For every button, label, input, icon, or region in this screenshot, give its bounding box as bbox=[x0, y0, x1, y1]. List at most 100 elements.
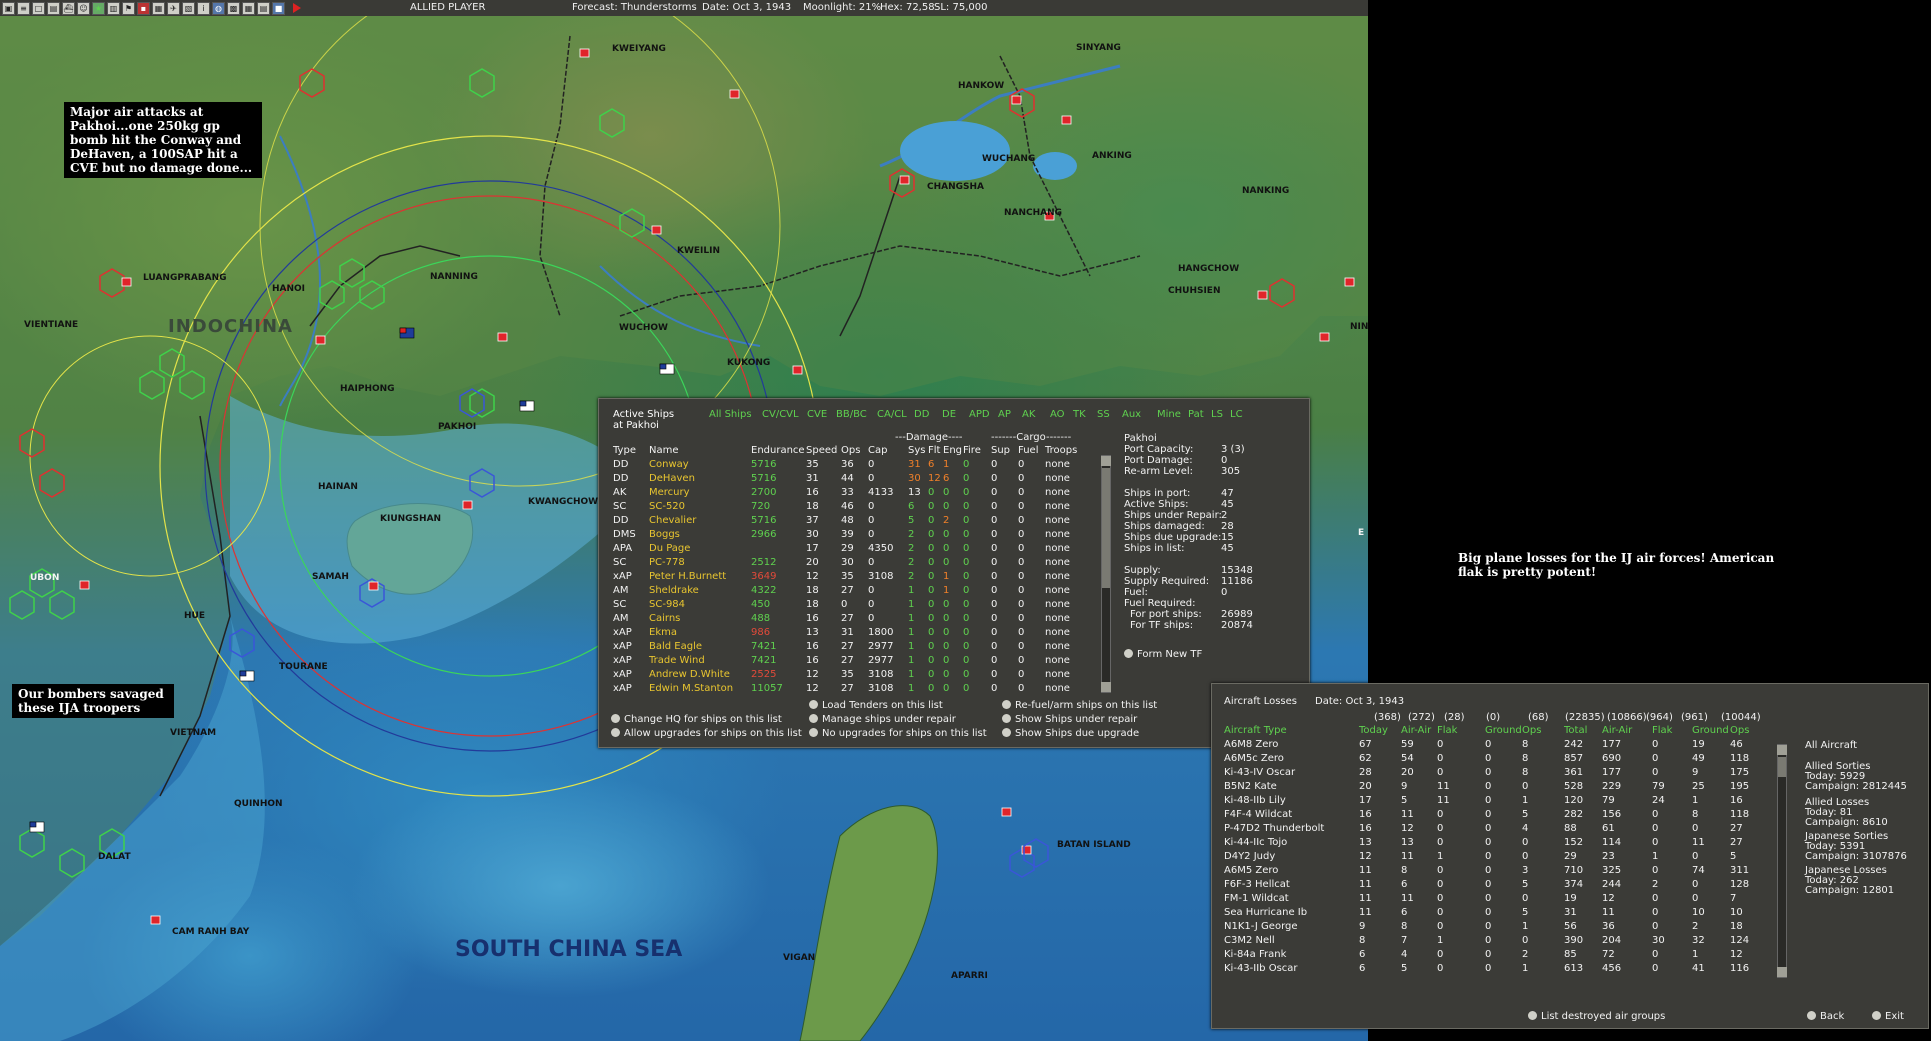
exit-button[interactable]: Exit bbox=[1872, 1011, 1904, 1022]
map-icon[interactable]: ▩ bbox=[227, 1, 240, 15]
col-sys[interactable]: Sys bbox=[908, 443, 928, 457]
col-today[interactable]: Today bbox=[1359, 723, 1401, 737]
action-show-upgrade[interactable]: Show Ships due upgrade bbox=[1002, 728, 1139, 739]
col-eng[interactable]: Eng bbox=[943, 443, 963, 457]
scroll-thumb[interactable] bbox=[1102, 468, 1110, 588]
col-total-flak[interactable]: Flak bbox=[1652, 723, 1692, 737]
loss-row[interactable]: A6M5c Zero 62 54 0 0 8 857 690 0 49 118 bbox=[1224, 751, 1760, 765]
col-flak[interactable]: Flak bbox=[1437, 723, 1485, 737]
ships-scrollbar[interactable] bbox=[1101, 455, 1111, 693]
ship-row[interactable]: xAP Ekma 986 13 31 1800 1 0 0 0 0 0 none bbox=[613, 625, 1085, 639]
ship-row[interactable]: AM Sheldrake 4322 18 27 0 1 0 1 0 0 0 none bbox=[613, 583, 1085, 597]
ship-cell-name[interactable]: Chevalier bbox=[649, 513, 751, 527]
ship-row[interactable]: AM Cairns 488 16 27 0 1 0 0 0 0 0 none bbox=[613, 611, 1085, 625]
ship-row[interactable]: xAP Trade Wind 7421 16 27 2977 1 0 0 0 0 0 none bbox=[613, 653, 1085, 667]
ship-cell-name[interactable]: Ekma bbox=[649, 625, 751, 639]
ship-cell-name[interactable]: Boggs bbox=[649, 527, 751, 541]
category-tab[interactable]: Mine bbox=[1157, 409, 1181, 420]
ship-cell-name[interactable]: Cairns bbox=[649, 611, 751, 625]
action-manage-repair[interactable]: Manage ships under repair bbox=[809, 714, 956, 725]
grid-icon[interactable]: ▦ bbox=[242, 1, 255, 15]
ship-cell-name[interactable]: DeHaven bbox=[649, 471, 751, 485]
action-allow-upgrades[interactable]: Allow upgrades for ships on this list bbox=[611, 728, 802, 739]
save-icon[interactable]: ▣ bbox=[2, 1, 15, 15]
ship-cell-name[interactable]: Trade Wind bbox=[649, 653, 751, 667]
col-sup[interactable]: Sup bbox=[991, 443, 1018, 457]
col-total-air-air[interactable]: Air-Air bbox=[1602, 723, 1652, 737]
action-refuel-arm[interactable]: Re-fuel/arm ships on this list bbox=[1002, 700, 1157, 711]
chart-icon[interactable]: ▧ bbox=[182, 1, 195, 15]
ship-row[interactable]: xAP Peter H.Burnett 3649 12 35 3108 2 0 1 0 0 0 none bbox=[613, 569, 1085, 583]
losses-scrollbar[interactable] bbox=[1777, 744, 1787, 978]
ship-row[interactable]: DD Conway 5716 35 36 0 31 6 1 0 0 0 none bbox=[613, 457, 1085, 471]
ship-cell-name[interactable]: PC-778 bbox=[649, 555, 751, 569]
ship-cell-name[interactable]: Mercury bbox=[649, 485, 751, 499]
ship-cell-name[interactable]: Sheldrake bbox=[649, 583, 751, 597]
scroll-down-icon[interactable] bbox=[1101, 682, 1111, 692]
back-button[interactable]: Back bbox=[1807, 1011, 1844, 1022]
form-new-tf-button[interactable]: Form New TF bbox=[1124, 649, 1202, 660]
globe-icon[interactable]: ◍ bbox=[212, 1, 225, 15]
screen-icon[interactable]: ■ bbox=[272, 1, 285, 15]
loss-row[interactable]: Ki-84a Frank 6 4 0 0 2 85 72 0 1 12 bbox=[1224, 947, 1760, 961]
unit-icon[interactable]: ▥ bbox=[107, 1, 120, 15]
ship-cell-name[interactable]: SC-520 bbox=[649, 499, 751, 513]
ship-row[interactable]: xAP Bald Eagle 7421 16 27 2977 1 0 0 0 0 0 none bbox=[613, 639, 1085, 653]
ship-row[interactable]: SC PC-778 2512 20 30 0 2 0 0 0 0 0 none bbox=[613, 555, 1085, 569]
category-tab[interactable]: AK bbox=[1022, 409, 1035, 420]
col-flt[interactable]: Flt bbox=[928, 443, 943, 457]
category-tab[interactable]: BB/BC bbox=[836, 409, 867, 420]
ship-cell-name[interactable]: Edwin M.Stanton bbox=[649, 681, 751, 695]
loss-row[interactable]: C3M2 Nell 8 7 1 0 0 390 204 30 32 124 bbox=[1224, 933, 1760, 947]
col-ops[interactable]: Ops bbox=[841, 443, 868, 457]
all-aircraft-filter[interactable]: All Aircraft bbox=[1805, 740, 1857, 751]
col-total-ground[interactable]: Ground bbox=[1692, 723, 1730, 737]
list-icon[interactable]: ≡ bbox=[17, 1, 30, 15]
col-cap[interactable]: Cap bbox=[868, 443, 908, 457]
loss-row[interactable]: A6M8 Zero 67 59 0 0 8 242 177 0 19 46 bbox=[1224, 737, 1760, 751]
loss-row[interactable]: FM-1 Wildcat 11 11 0 0 0 19 12 0 0 7 bbox=[1224, 891, 1760, 905]
ship-cell-name[interactable]: Du Page bbox=[649, 541, 751, 555]
ship-row[interactable]: xAP Andrew D.White 2525 12 35 3108 1 0 0 0 0 0 none bbox=[613, 667, 1085, 681]
category-tab[interactable]: DD bbox=[914, 409, 929, 420]
scroll-up-icon[interactable] bbox=[1101, 456, 1111, 466]
loss-row[interactable]: Ki-48-IIb Lily 17 5 11 0 1 120 79 24 1 16 bbox=[1224, 793, 1760, 807]
loss-row[interactable]: Ki-44-IIc Tojo 13 13 0 0 0 152 114 0 11 27 bbox=[1224, 835, 1760, 849]
end-turn-icon[interactable] bbox=[293, 3, 301, 13]
star-icon[interactable]: ★ bbox=[92, 1, 105, 15]
loss-row[interactable]: P-47D2 Thunderbolt 16 12 0 0 4 88 61 0 0 27 bbox=[1224, 821, 1760, 835]
category-tab[interactable]: Pat bbox=[1188, 409, 1204, 420]
loss-row[interactable]: D4Y2 Judy 12 11 1 0 0 29 23 1 0 5 bbox=[1224, 849, 1760, 863]
ship-row[interactable]: DD Chevalier 5716 37 48 0 5 0 2 0 0 0 none bbox=[613, 513, 1085, 527]
loss-row[interactable]: N1K1-J George 9 8 0 0 1 56 36 0 2 18 bbox=[1224, 919, 1760, 933]
ship-cell-name[interactable]: Bald Eagle bbox=[649, 639, 751, 653]
category-tab[interactable]: CVE bbox=[807, 409, 827, 420]
col-fire[interactable]: Fire bbox=[963, 443, 991, 457]
category-tab[interactable]: All Ships bbox=[709, 409, 752, 420]
ship-row[interactable]: xAP Edwin M.Stanton 11057 12 27 3108 1 0 0 0 0 0 non… bbox=[613, 681, 1085, 695]
category-tab[interactable]: CA/CL bbox=[877, 409, 907, 420]
col-fuel[interactable]: Fuel bbox=[1018, 443, 1045, 457]
flag-icon[interactable]: ▪ bbox=[137, 1, 150, 15]
tf-icon[interactable]: ⚑ bbox=[122, 1, 135, 15]
col-endurance[interactable]: Endurance bbox=[751, 443, 806, 457]
air-icon[interactable]: ✈ bbox=[167, 1, 180, 15]
col-aircraft-type[interactable]: Aircraft Type bbox=[1224, 723, 1359, 737]
scroll-thumb[interactable] bbox=[1778, 757, 1786, 777]
loss-row[interactable]: F4F-4 Wildcat 16 11 0 0 5 282 156 0 8 118 bbox=[1224, 807, 1760, 821]
loss-row[interactable]: Ki-43-IIb Oscar 6 5 0 0 1 613 456 0 41 116 bbox=[1224, 961, 1760, 975]
col-troops[interactable]: Troops bbox=[1045, 443, 1085, 457]
category-tab[interactable]: AP bbox=[998, 409, 1011, 420]
col-name[interactable]: Name bbox=[649, 443, 751, 457]
loss-row[interactable]: Ki-43-IV Oscar 28 20 0 0 8 361 177 0 9 175 bbox=[1224, 765, 1760, 779]
ship-cell-name[interactable]: Andrew D.White bbox=[649, 667, 751, 681]
col-ground[interactable]: Ground bbox=[1485, 723, 1522, 737]
window-icon[interactable]: □ bbox=[32, 1, 45, 15]
info-icon[interactable]: i bbox=[197, 1, 210, 15]
category-tab[interactable]: DE bbox=[942, 409, 956, 420]
col-ops[interactable]: Ops bbox=[1522, 723, 1564, 737]
category-tab[interactable]: LS bbox=[1211, 409, 1223, 420]
col-speed[interactable]: Speed bbox=[806, 443, 841, 457]
ship-row[interactable]: DD DeHaven 5716 31 44 0 30 12 6 0 0 0 none bbox=[613, 471, 1085, 485]
ship-row[interactable]: DMS Boggs 2966 30 39 0 2 0 0 0 0 0 none bbox=[613, 527, 1085, 541]
